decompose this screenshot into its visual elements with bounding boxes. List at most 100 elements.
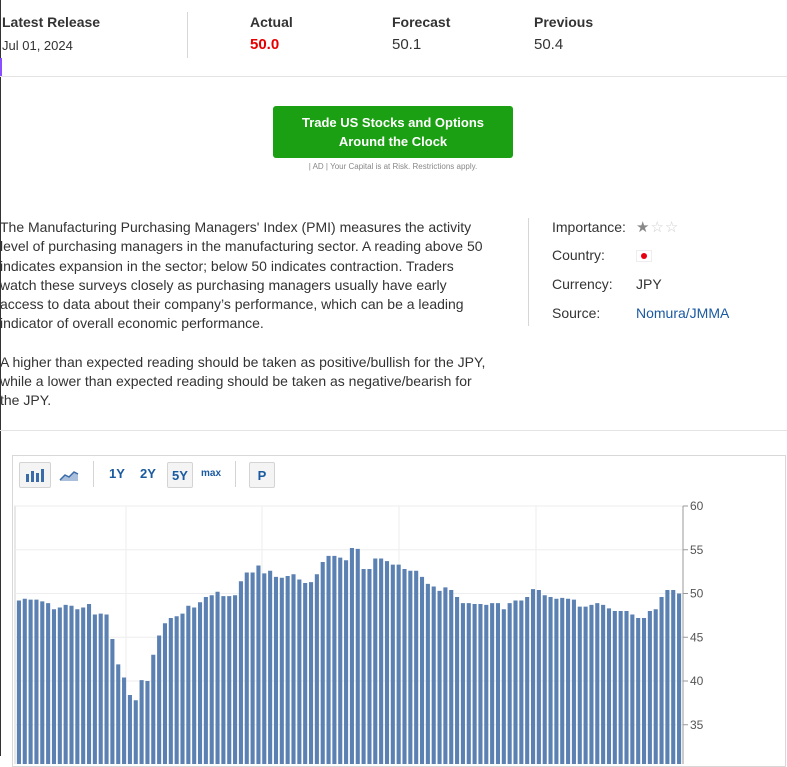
chart-bar[interactable]	[127, 695, 132, 764]
chart-bar[interactable]	[75, 609, 80, 764]
chart-bar[interactable]	[98, 613, 103, 764]
chart-bar[interactable]	[268, 570, 273, 764]
chart-bar[interactable]	[665, 590, 670, 764]
chart-bar[interactable]	[583, 606, 588, 764]
range-2y-button[interactable]: 2Y	[140, 466, 156, 481]
chart-bar[interactable]	[28, 599, 33, 764]
chart-bar[interactable]	[244, 572, 249, 765]
chart-bar[interactable]	[168, 618, 173, 764]
chart-bar[interactable]	[507, 603, 512, 764]
chart-bar[interactable]	[560, 597, 565, 764]
chart-bar[interactable]	[344, 560, 349, 764]
chart-bar[interactable]	[484, 604, 489, 764]
chart-bar[interactable]	[443, 587, 448, 764]
chart-bar[interactable]	[151, 654, 156, 764]
chart-bar[interactable]	[279, 577, 284, 764]
chart-bar[interactable]	[402, 569, 407, 764]
chart-bar[interactable]	[303, 583, 308, 764]
chart-bar[interactable]	[566, 598, 571, 764]
chart-bar[interactable]	[86, 604, 92, 764]
chart-bar[interactable]	[606, 608, 612, 764]
chart-bar[interactable]	[624, 611, 629, 764]
chart-bar[interactable]	[449, 590, 454, 764]
chart-bar[interactable]	[612, 611, 617, 764]
chart-bar[interactable]	[250, 572, 255, 765]
chart-bar[interactable]	[122, 677, 127, 765]
chart-bar[interactable]	[349, 548, 354, 764]
chart-bar[interactable]	[548, 597, 553, 764]
chart-bar[interactable]	[57, 607, 62, 765]
chart-bar[interactable]	[145, 681, 150, 764]
area-chart-button[interactable]	[53, 462, 85, 488]
chart-bar[interactable]	[641, 618, 647, 764]
chart-bar[interactable]	[618, 611, 623, 764]
chart-bar[interactable]	[373, 558, 378, 765]
chart-bar[interactable]	[46, 603, 51, 764]
chart-bar[interactable]	[256, 565, 261, 765]
chart-bar[interactable]	[92, 614, 97, 765]
chart-bar[interactable]	[466, 603, 471, 764]
chart-bar[interactable]	[192, 607, 197, 765]
chart-bar[interactable]	[571, 599, 576, 764]
source-link[interactable]: Nomura/JMMA	[636, 305, 729, 321]
range-max-button[interactable]: max	[201, 468, 221, 479]
chart-bar[interactable]	[501, 609, 506, 764]
chart-bar[interactable]	[437, 590, 442, 764]
chart-bar[interactable]	[647, 611, 652, 764]
chart-bar[interactable]	[554, 598, 559, 764]
chart-bar[interactable]	[104, 614, 109, 765]
chart-bar[interactable]	[320, 562, 325, 764]
chart-bar[interactable]	[355, 548, 360, 764]
range-5y-button[interactable]: 5Y	[167, 462, 193, 488]
chart-bar[interactable]	[396, 564, 401, 764]
chart-bar[interactable]	[636, 618, 641, 764]
chart-bar[interactable]	[308, 582, 314, 764]
chart-bar[interactable]	[273, 576, 279, 764]
chart-bar[interactable]	[227, 596, 232, 764]
chart-bar[interactable]	[601, 604, 606, 764]
chart-bar[interactable]	[419, 576, 425, 764]
chart-bar[interactable]	[162, 623, 168, 764]
chart-bar[interactable]	[361, 569, 366, 764]
chart-bar[interactable]	[630, 614, 635, 765]
chart-bar[interactable]	[525, 597, 530, 764]
chart-bar[interactable]	[209, 595, 214, 764]
bar-chart-button[interactable]	[19, 462, 51, 488]
chart-bar[interactable]	[116, 664, 121, 764]
chart-bar[interactable]	[221, 596, 226, 764]
chart-bar[interactable]	[390, 564, 395, 764]
range-1y-button[interactable]: 1Y	[109, 466, 125, 481]
chart-bar[interactable]	[22, 598, 27, 764]
chart-bar[interactable]	[490, 603, 495, 764]
chart-bar[interactable]	[285, 576, 290, 764]
chart-bar[interactable]	[314, 574, 319, 764]
chart-bar[interactable]	[139, 680, 144, 764]
chart-bar[interactable]	[34, 599, 39, 764]
chart-bar[interactable]	[215, 591, 220, 764]
chart-bar[interactable]	[233, 595, 238, 764]
trade-ad-button[interactable]: Trade US Stocks and Options Around the C…	[273, 106, 513, 158]
chart-bar[interactable]	[203, 597, 208, 764]
chart-bar[interactable]	[332, 555, 337, 764]
chart-bar[interactable]	[408, 570, 413, 764]
chart-bar[interactable]	[367, 569, 372, 764]
chart-bar[interactable]	[262, 573, 267, 764]
chart-bar[interactable]	[425, 583, 430, 764]
chart-bar[interactable]	[495, 603, 501, 764]
chart-bar[interactable]	[671, 590, 676, 764]
chart-bar[interactable]	[197, 602, 203, 764]
chart-bar[interactable]	[513, 600, 518, 765]
chart-bar[interactable]	[414, 570, 419, 764]
chart-bar[interactable]	[51, 609, 57, 764]
chart-bar[interactable]	[460, 603, 465, 764]
chart-bar[interactable]	[653, 609, 658, 764]
chart-bar[interactable]	[180, 613, 185, 764]
chart-bar[interactable]	[157, 635, 162, 765]
chart-bar[interactable]	[536, 590, 541, 764]
chart-bar[interactable]	[110, 639, 115, 764]
chart-bar[interactable]	[186, 605, 191, 764]
chart-bar[interactable]	[291, 574, 296, 764]
chart-bar[interactable]	[530, 589, 536, 764]
chart-bar[interactable]	[63, 604, 68, 764]
chart-bar[interactable]	[69, 605, 74, 764]
